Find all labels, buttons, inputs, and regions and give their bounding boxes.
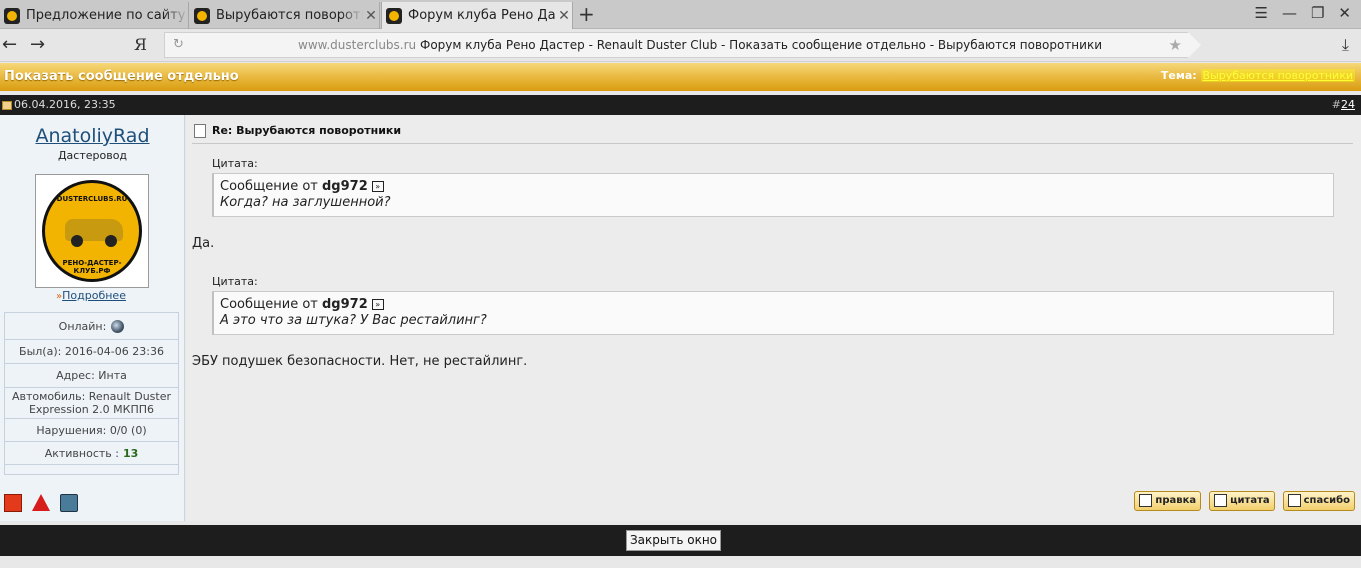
report-icon[interactable] bbox=[4, 494, 22, 512]
car-line-1: Автомобиль: Renault Duster bbox=[11, 390, 172, 403]
address-toolbar: ← → Я ↻ www.dusterclubs.ru Форум клуба Р… bbox=[0, 29, 1361, 62]
post-number-prefix: # bbox=[1331, 98, 1341, 111]
new-tab-icon[interactable]: + bbox=[578, 3, 595, 25]
quote-box: Сообщение от dg972» Когда? на заглушенно… bbox=[212, 173, 1334, 217]
quote-label: Цитата: bbox=[212, 275, 258, 288]
site-favicon-icon bbox=[386, 7, 402, 24]
post-actions: правка цитата спасибо bbox=[1134, 491, 1355, 511]
user-rank: Дастеровод bbox=[57, 149, 128, 162]
info-address: Адрес: Инта bbox=[5, 364, 178, 388]
browser-tab-1[interactable]: Предложение по сайту! - Ох bbox=[0, 2, 189, 29]
post-doc-icon bbox=[2, 101, 12, 110]
activity-label: Активность : bbox=[44, 446, 119, 460]
post-title: Re: Вырубаются поворотники bbox=[212, 124, 402, 137]
quote-author: dg972 bbox=[322, 297, 368, 312]
page-title: Показать сообщение отдельно bbox=[4, 69, 239, 84]
page-viewport: Показать сообщение отдельно Тема: Выруба… bbox=[0, 63, 1361, 568]
info-car: Автомобиль: Renault Duster Expression 2.… bbox=[5, 388, 178, 419]
online-label: Онлайн: bbox=[58, 319, 107, 333]
browser-tab-2[interactable]: Вырубаются поворотники ✕ bbox=[190, 2, 380, 29]
theme-link[interactable]: Вырубаются поворотники bbox=[1200, 69, 1355, 82]
quote-text: Когда? на заглушенной? bbox=[220, 195, 391, 210]
quote-block: Цитата: Сообщение от dg972» А это что за… bbox=[212, 275, 1334, 335]
tab-label: Предложение по сайту! - Ох bbox=[26, 8, 188, 23]
post-number: #24 bbox=[1332, 98, 1355, 111]
user-info-table: Онлайн: Был(а): 2016-04-06 23:36 Адрес: … bbox=[4, 312, 179, 475]
theme-info: Тема: Вырубаются поворотники bbox=[1161, 69, 1355, 82]
site-favicon-icon bbox=[194, 7, 210, 24]
forward-icon[interactable]: → bbox=[30, 34, 45, 55]
quote-box: Сообщение от dg972» А это что за штука? … bbox=[212, 291, 1334, 335]
avatar[interactable]: DUSTERCLUBS.RU РЕНО-ДАСТЕР-КЛУБ.РФ bbox=[35, 174, 149, 288]
close-window-icon[interactable]: ✕ bbox=[1338, 4, 1351, 22]
url-domain: www.dusterclubs.ru bbox=[298, 38, 417, 52]
post-content: Re: Вырубаются поворотники Цитата: Сообщ… bbox=[186, 115, 1361, 521]
reload-icon[interactable]: ↻ bbox=[173, 37, 184, 52]
site-favicon-icon bbox=[4, 7, 20, 24]
page-header: Показать сообщение отдельно Тема: Выруба… bbox=[0, 63, 1361, 91]
quote-from-prefix: Сообщение от bbox=[220, 297, 318, 312]
warning-icon[interactable] bbox=[32, 494, 50, 511]
quote-button[interactable]: цитата bbox=[1209, 491, 1275, 511]
post-title-row: Re: Вырубаются поворотники bbox=[192, 122, 1353, 144]
online-status-icon bbox=[111, 319, 125, 333]
download-icon[interactable]: ⤓ bbox=[1342, 35, 1349, 55]
avatar-logo-text-bottom: РЕНО-ДАСТЕР-КЛУБ.РФ bbox=[62, 259, 122, 275]
user-actions bbox=[4, 494, 78, 512]
user-panel: AnatoliyRad Дастеровод DUSTERCLUBS.RU РЕ… bbox=[0, 115, 185, 521]
page-footer: Закрыть окно bbox=[0, 525, 1361, 556]
reply-text: ЭБУ подушек безопасности. Нет, не рестай… bbox=[192, 354, 528, 369]
more-link[interactable]: »Подробнее bbox=[56, 289, 126, 302]
quote-text: А это что за штука? У Вас рестайлинг? bbox=[220, 313, 487, 328]
post-info-bar: 06.04.2016, 23:35 #24 bbox=[0, 95, 1361, 115]
restore-icon[interactable]: ❐ bbox=[1311, 4, 1324, 22]
window-controls: ☰ — ❐ ✕ bbox=[1255, 4, 1351, 22]
view-post-icon[interactable]: » bbox=[371, 181, 384, 192]
quote-from: Сообщение от dg972» bbox=[220, 297, 1327, 312]
yandex-logo-icon[interactable]: Я bbox=[134, 35, 147, 54]
thanks-button[interactable]: спасибо bbox=[1282, 491, 1355, 511]
minimize-icon[interactable]: — bbox=[1282, 4, 1297, 22]
browser-tab-3-active[interactable]: Форум клуба Рено Дастер ✕ bbox=[381, 2, 573, 29]
address-bar[interactable]: ↻ www.dusterclubs.ru Форум клуба Рено Да… bbox=[164, 32, 1201, 58]
post-number-link[interactable]: 24 bbox=[1341, 98, 1355, 111]
tab-close-icon[interactable]: ✕ bbox=[556, 8, 572, 24]
avatar-logo-icon: DUSTERCLUBS.RU РЕНО-ДАСТЕР-КЛУБ.РФ bbox=[42, 180, 142, 282]
tab-bar: Предложение по сайту! - Ох Вырубаются по… bbox=[0, 0, 1361, 29]
info-last-seen: Был(а): 2016-04-06 23:36 bbox=[5, 340, 178, 364]
avatar-logo-text-top: DUSTERCLUBS.RU bbox=[56, 195, 128, 203]
info-violations: Нарушения: 0/0 (0) bbox=[5, 419, 178, 442]
quote-from: Сообщение от dg972» bbox=[220, 179, 1327, 194]
edit-button[interactable]: правка bbox=[1134, 491, 1202, 511]
tab-label: Форум клуба Рено Дастер bbox=[408, 8, 556, 23]
close-window-button[interactable]: Закрыть окно bbox=[626, 530, 721, 551]
car-line-2: Expression 2.0 МКПП6 bbox=[28, 403, 155, 416]
bookmark-star-icon[interactable]: ★ bbox=[1169, 36, 1182, 54]
view-post-icon[interactable]: » bbox=[371, 299, 384, 310]
info-activity: Активность : 13 bbox=[5, 442, 178, 465]
reply-text: Да. bbox=[192, 236, 215, 251]
post-date: 06.04.2016, 23:35 bbox=[14, 98, 116, 111]
back-icon[interactable]: ← bbox=[2, 34, 17, 55]
quote-block: Цитата: Сообщение от dg972» Когда? на за… bbox=[212, 157, 1334, 217]
quote-from-prefix: Сообщение от bbox=[220, 179, 318, 194]
document-icon bbox=[194, 124, 206, 138]
user-name-link[interactable]: AnatoliyRad bbox=[0, 125, 185, 147]
car-icon bbox=[65, 219, 123, 247]
more-label: Подробнее bbox=[62, 289, 126, 302]
menu-icon[interactable]: ☰ bbox=[1255, 4, 1268, 22]
quote-label: Цитата: bbox=[212, 157, 258, 170]
info-online: Онлайн: bbox=[5, 313, 178, 340]
info-empty-row bbox=[5, 465, 178, 474]
url-page-title: Форум клуба Рено Дастер - Renault Duster… bbox=[420, 38, 1103, 52]
tab-close-icon[interactable]: ✕ bbox=[363, 8, 379, 24]
theme-label: Тема: bbox=[1160, 69, 1197, 82]
computer-icon[interactable] bbox=[60, 494, 78, 512]
quote-author: dg972 bbox=[322, 179, 368, 194]
tab-label: Вырубаются поворотники bbox=[216, 8, 363, 23]
activity-value: 13 bbox=[122, 446, 139, 460]
